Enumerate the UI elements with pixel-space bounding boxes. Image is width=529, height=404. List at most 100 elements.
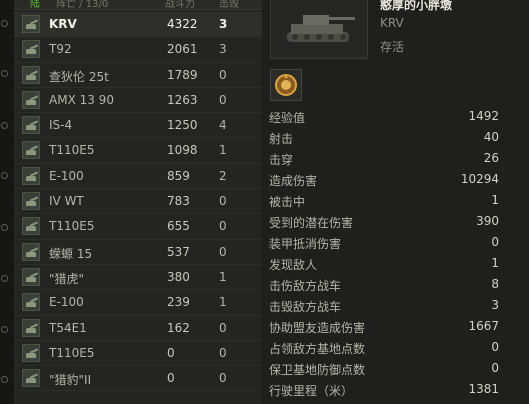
column-header-strip: 陆 阵亡 / 13/0 战斗力 击毁	[14, 0, 262, 10]
stat-value: 10294	[460, 172, 499, 186]
stat-label: 击伤敌方战车	[269, 279, 342, 293]
stat-label: 击穿	[269, 153, 294, 167]
roster-row[interactable]: T92 2061 3	[14, 37, 262, 63]
roster-row[interactable]: AMX 13 90 1263 0	[14, 88, 262, 114]
stat-row: 击毁敌方战车 3	[269, 295, 499, 316]
stat-label: 占领敌方基地点数	[269, 342, 366, 356]
stat-label: 经验值	[269, 111, 306, 125]
xp-value: 0	[167, 345, 175, 360]
stat-value: 1492	[468, 109, 499, 123]
roster-row[interactable]: KRV 4322 3	[14, 12, 262, 38]
tank-icon	[22, 369, 40, 388]
roster-row[interactable]: T110E5 655 0	[14, 214, 262, 240]
stat-value: 0	[491, 235, 499, 249]
stat-label: 击毁敌方战车	[269, 300, 342, 314]
stat-row: 射击 40	[269, 127, 499, 148]
roster-edge	[0, 0, 14, 404]
roster-row[interactable]: IS-4 1250 4	[14, 113, 262, 139]
radio-icon[interactable]	[1, 172, 8, 179]
kills-value: 0	[219, 371, 227, 386]
stat-row: 受到的潜在伤害 390	[269, 211, 499, 232]
kills-value: 0	[219, 219, 227, 234]
tank-icon	[22, 116, 40, 135]
stat-row: 击穿 26	[269, 148, 499, 169]
stat-row: 造成伤害 10294	[269, 169, 499, 190]
tank-name: T54E1	[49, 320, 87, 335]
roster-row[interactable]: E-100 859 2	[14, 164, 262, 190]
xp-value: 537	[167, 244, 190, 259]
stat-label: 行驶里程（米）	[269, 384, 354, 398]
tank-name: IV WT	[49, 194, 84, 209]
radio-icon[interactable]	[1, 376, 8, 383]
stat-value: 1381	[468, 382, 499, 396]
kills-value: 1	[219, 143, 227, 158]
header-col-2: 阵亡 / 13/0	[56, 0, 109, 10]
tank-name: IS-4	[49, 118, 73, 133]
tank-icon	[22, 141, 40, 160]
roster-row[interactable]: T54E1 162 0	[14, 316, 262, 341]
medal-icon[interactable]	[270, 69, 302, 101]
kills-value: 0	[219, 345, 227, 360]
kills-value: 0	[219, 244, 227, 259]
player-name: 憨厚的小胖墩	[380, 0, 453, 12]
roster-row[interactable]: 查狄伦 25t 1789 0	[14, 63, 262, 88]
roster-row[interactable]: 蝾螈 15 537 0	[14, 240, 262, 265]
stat-value: 0	[491, 340, 499, 354]
xp-value: 655	[167, 219, 190, 234]
roster-list: KRV 4322 3 T92 2061 3 查狄伦 25t 1789 0 AMX 13 90 126…	[14, 12, 262, 392]
header-col-1: 陆	[30, 0, 40, 10]
radio-icon[interactable]	[1, 70, 8, 77]
header-col-3: 战斗力	[165, 0, 195, 10]
stat-row: 协助盟友造成伤害 1667	[269, 316, 499, 337]
tank-name: T110E5	[49, 345, 95, 360]
header-col-4: 击毁	[219, 0, 239, 10]
stat-row: 击伤敌方战车 8	[269, 274, 499, 295]
xp-value: 1789	[167, 67, 198, 82]
stat-value: 1	[491, 256, 499, 270]
stat-value: 3	[491, 298, 499, 312]
xp-value: 1098	[167, 143, 198, 158]
kills-value: 3	[219, 42, 227, 57]
xp-value: 783	[167, 194, 190, 209]
tank-name: "猎豹"II	[49, 373, 92, 388]
stat-value: 1667	[468, 319, 499, 333]
roster-row[interactable]: "猎虎" 380 1	[14, 265, 262, 291]
roster-row[interactable]: T110E5 0 0	[14, 341, 262, 367]
xp-value: 1263	[167, 92, 198, 107]
roster-panel: 陆 阵亡 / 13/0 战斗力 击毁 KRV 4322 3 T92 2061 3 查狄伦 2…	[0, 0, 262, 404]
roster-row[interactable]: IV WT 783 0	[14, 189, 262, 215]
tank-icon	[22, 192, 40, 211]
tank-icon	[22, 343, 40, 362]
stat-label: 保卫基地防御点数	[269, 363, 366, 377]
radio-icon[interactable]	[1, 122, 8, 129]
radio-icon[interactable]	[1, 20, 8, 27]
tank-name: KRV	[380, 16, 404, 30]
stat-row: 发现敌人 1	[269, 253, 499, 274]
roster-row[interactable]: E-100 239 1	[14, 290, 262, 316]
tank-name: E-100	[49, 295, 84, 310]
xp-value: 4322	[167, 17, 198, 31]
xp-value: 0	[167, 371, 175, 386]
roster-row[interactable]: "猎豹"II 0 0	[14, 366, 262, 392]
radio-icon[interactable]	[1, 326, 8, 333]
status-label: 存活	[380, 40, 405, 54]
tank-icon	[22, 293, 40, 312]
stat-row: 保卫基地防御点数 0	[269, 358, 499, 379]
stat-value: 1	[491, 193, 499, 207]
stat-value: 40	[483, 130, 499, 144]
xp-value: 859	[167, 168, 190, 183]
tank-name: E-100	[49, 168, 84, 183]
kills-value: 0	[219, 194, 227, 209]
tank-name: KRV	[49, 17, 77, 31]
stat-row: 经验值 1492	[269, 106, 499, 127]
tank-name: T92	[49, 42, 72, 57]
kills-value: 0	[219, 320, 227, 335]
stat-row: 占领敌方基地点数 0	[269, 337, 499, 358]
tank-icon	[22, 15, 40, 33]
tank-icon	[22, 90, 40, 109]
roster-row[interactable]: T110E5 1098 1	[14, 138, 262, 164]
radio-icon[interactable]	[1, 224, 8, 231]
xp-value: 380	[167, 269, 190, 284]
radio-icon[interactable]	[1, 275, 8, 282]
tank-icon	[22, 242, 40, 261]
